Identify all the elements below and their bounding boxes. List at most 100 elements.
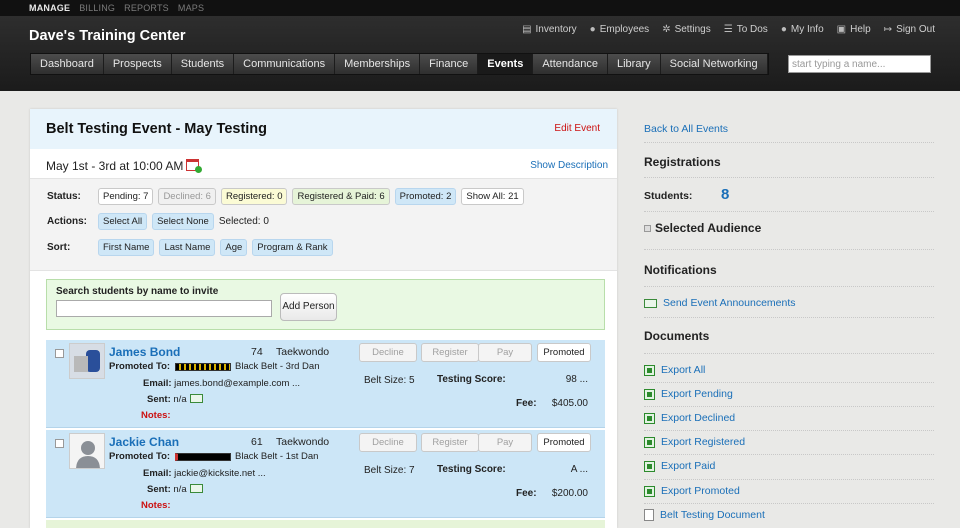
event-panel: Belt Testing Event - May Testing Edit Ev…	[30, 109, 617, 528]
tab-prospects[interactable]: Prospects	[103, 54, 172, 74]
util-settings[interactable]: ✲ Settings	[662, 24, 711, 35]
tab-finance[interactable]: Finance	[420, 54, 479, 74]
brand-title[interactable]: Dave's Training Center	[29, 28, 186, 44]
calendar-add-icon[interactable]	[186, 159, 203, 173]
promoted-button[interactable]: Promoted	[537, 433, 591, 452]
spreadsheet-icon	[644, 485, 655, 497]
select-none-button[interactable]: Select None	[152, 213, 214, 230]
pay-button[interactable]: Pay	[478, 433, 532, 452]
send-announcements-label: Send Event Announcements	[663, 297, 796, 309]
tab-social-networking[interactable]: Social Networking	[660, 54, 768, 74]
selected-audience-toggle[interactable]: Selected Audience	[644, 221, 761, 235]
add-person-button[interactable]: Add Person	[280, 293, 337, 321]
send-mail-icon[interactable]	[189, 394, 203, 403]
util-label: Help	[850, 24, 871, 35]
export-paid-link[interactable]: Export Paid	[644, 460, 715, 472]
status-declined[interactable]: Declined: 6	[158, 188, 216, 205]
name-search-input[interactable]	[788, 55, 931, 73]
gear-icon: ✲	[662, 24, 671, 35]
util-label: To Dos	[736, 24, 768, 35]
status-show-all[interactable]: Show All: 21	[461, 188, 524, 205]
decline-button[interactable]: Decline	[359, 343, 417, 362]
tab-students[interactable]: Students	[171, 54, 235, 74]
belt-testing-document-link[interactable]: Belt Testing Document	[644, 509, 765, 521]
people-icon: ●	[589, 24, 596, 35]
util-label: Sign Out	[896, 24, 935, 35]
status-registered[interactable]: Registered: 0	[220, 188, 288, 205]
decline-button[interactable]: Decline	[359, 433, 417, 452]
student-rank: Black Belt - 3rd Dan	[235, 361, 320, 372]
register-button[interactable]: Register	[421, 433, 479, 452]
fee-value: $200.00	[551, 488, 588, 499]
export-pending-link[interactable]: Export Pending	[644, 388, 733, 400]
export-promoted-link[interactable]: Export Promoted	[644, 485, 740, 497]
select-all-button[interactable]: Select All	[98, 213, 148, 230]
export-all-link[interactable]: Export All	[644, 364, 705, 376]
notes-label[interactable]: Notes:	[141, 500, 171, 511]
sort-program-rank[interactable]: Program & Rank	[252, 239, 333, 256]
back-to-events-link[interactable]: Back to All Events	[644, 123, 728, 135]
top-link-maps[interactable]: MAPS	[178, 3, 204, 13]
export-registered-link[interactable]: Export Registered	[644, 436, 745, 448]
top-link-manage[interactable]: MANAGE	[29, 3, 70, 13]
student-checkbox[interactable]	[55, 439, 64, 448]
util-help[interactable]: ▣ Help	[837, 24, 871, 35]
pay-button[interactable]: Pay	[478, 343, 532, 362]
send-mail-icon[interactable]	[189, 484, 203, 493]
email-label: Email:	[143, 468, 172, 479]
sort-age[interactable]: Age	[220, 239, 248, 256]
email-label: Email:	[143, 378, 172, 389]
fee-label: Fee:	[516, 398, 537, 409]
tab-events[interactable]: Events	[478, 54, 534, 74]
tab-memberships[interactable]: Memberships	[335, 54, 421, 74]
sort-last-name[interactable]: Last Name	[159, 239, 216, 256]
show-description-link[interactable]: Show Description	[530, 160, 608, 171]
student-checkbox[interactable]	[55, 349, 64, 358]
top-link-reports[interactable]: REPORTS	[124, 3, 169, 13]
util-todos[interactable]: ☰ To Dos	[724, 24, 768, 35]
register-button[interactable]: Register	[421, 343, 479, 362]
expand-icon	[644, 224, 651, 232]
student-email: Email: jackie@kicksite.net ...	[143, 468, 266, 479]
send-announcements-link[interactable]: Send Event Announcements	[644, 297, 796, 309]
belt-size: Belt Size: 7	[364, 465, 415, 476]
belt-size-value: 7	[409, 465, 415, 476]
export-declined-link[interactable]: Export Declined	[644, 412, 735, 424]
sort-row: Sort: First Name Last Name Age Program &…	[47, 239, 338, 256]
belt-size-label: Belt Size:	[364, 465, 407, 476]
student-name[interactable]: Jackie Chan	[109, 435, 179, 449]
util-employees[interactable]: ● Employees	[590, 24, 650, 35]
status-row: Status: Pending: 7 Declined: 6 Registere…	[47, 188, 529, 205]
tab-library[interactable]: Library	[608, 54, 661, 74]
util-signout[interactable]: ↦ Sign Out	[884, 24, 935, 35]
student-name[interactable]: James Bond	[109, 345, 180, 359]
edit-event-link[interactable]: Edit Event	[554, 123, 600, 134]
tab-communications[interactable]: Communications	[234, 54, 336, 74]
notes-label[interactable]: Notes:	[141, 410, 171, 421]
student-avatar	[69, 343, 105, 379]
tab-dashboard[interactable]: Dashboard	[31, 54, 104, 74]
sort-first-name[interactable]: First Name	[98, 239, 155, 256]
util-label: Employees	[599, 24, 650, 35]
selected-audience-label: Selected Audience	[655, 221, 762, 235]
students-count[interactable]: 8	[721, 186, 729, 203]
tab-attendance[interactable]: Attendance	[533, 54, 608, 74]
promoted-button[interactable]: Promoted	[537, 343, 591, 362]
invite-search-box: Search students by name to invite Add Pe…	[46, 279, 605, 330]
status-pending[interactable]: Pending: 7	[98, 188, 154, 205]
util-myinfo[interactable]: ● My Info	[781, 24, 824, 35]
top-link-billing[interactable]: BILLING	[79, 3, 115, 13]
doc-label: Export All	[661, 364, 706, 376]
util-inventory[interactable]: ▤ Inventory	[522, 24, 577, 35]
doc-label: Export Promoted	[661, 485, 740, 497]
doc-label: Belt Testing Document	[660, 509, 765, 521]
invite-search-input[interactable]	[56, 300, 272, 317]
student-program: Taekwondo	[276, 346, 330, 358]
student-sent: Sent: n/a	[147, 484, 203, 495]
sent-label: Sent:	[147, 394, 171, 405]
doc-label: Export Pending	[661, 388, 733, 400]
status-registered-paid[interactable]: Registered & Paid: 6	[292, 188, 390, 205]
testing-score-value: A ...	[570, 464, 588, 475]
testing-score-label: Testing Score:	[437, 464, 506, 475]
status-promoted[interactable]: Promoted: 2	[394, 188, 457, 205]
